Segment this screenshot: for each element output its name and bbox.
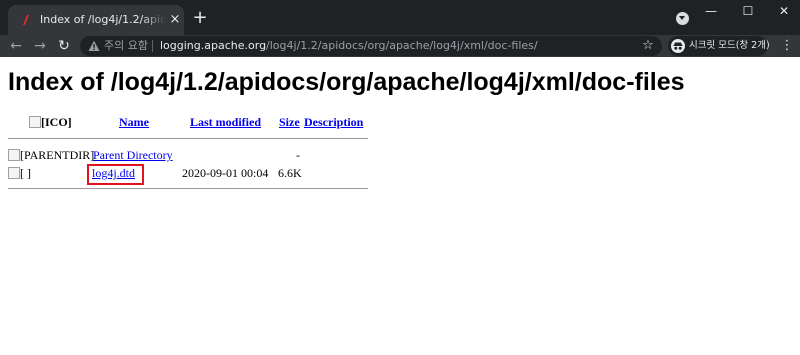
star-icon[interactable]: ☆ (640, 38, 656, 54)
browser-tab[interactable]: Index of /log4j/1.2/apidocs/org/apache/l… (8, 5, 184, 35)
url-path: /log4j/1.2/apidocs/org/apache/log4j/xml/… (266, 39, 538, 52)
forward-button[interactable]: → (31, 37, 49, 55)
url-host: logging.apache.org (160, 39, 267, 52)
browser-titlebar: Index of /log4j/1.2/apidocs/org/apache/l… (0, 0, 800, 35)
icon-column-alt: [ICO] (41, 115, 72, 129)
page-title: Index of /log4j/1.2/apidocs/org/apache/l… (8, 68, 685, 96)
size-column-header[interactable]: Size (279, 115, 300, 130)
warning-icon (88, 40, 100, 51)
header-divider (8, 138, 368, 139)
footer-divider (8, 188, 368, 189)
description-column-header[interactable]: Description (304, 115, 363, 130)
favicon-icon (23, 15, 29, 25)
url-text[interactable]: logging.apache.org/log4j/1.2/apidocs/org… (160, 38, 538, 54)
icon-column-header: [ICO] (29, 115, 72, 130)
page-content: Index of /log4j/1.2/apidocs/org/apache/l… (0, 57, 800, 355)
security-status[interactable]: 주의 요함 (104, 38, 148, 54)
name-column-header[interactable]: Name (119, 115, 149, 130)
file-icon-alt: [ ] (20, 166, 31, 180)
last-modified-column-header[interactable]: Last modified (190, 115, 261, 130)
close-window-button[interactable]: ✕ (777, 4, 791, 18)
parent-directory-link[interactable]: Parent Directory (93, 148, 173, 163)
incognito-label: 시크릿 모드(창 2개) (689, 40, 770, 51)
broken-image-icon (29, 116, 41, 128)
broken-image-icon (8, 167, 20, 179)
tab-search-icon[interactable] (676, 12, 689, 25)
tab-title: Index of /log4j/1.2/apidocs/org/apache/l… (40, 13, 166, 26)
file-size: 6.6K (278, 166, 302, 180)
reload-button[interactable]: ↻ (55, 37, 73, 55)
highlight-box (87, 164, 144, 185)
parent-dir-size: - (296, 148, 300, 162)
parent-dir-icon: [PARENTDIR] (8, 148, 94, 163)
parent-dir-alt: [PARENTDIR] (20, 148, 95, 162)
broken-image-icon (8, 149, 20, 161)
maximize-button[interactable]: ☐ (741, 4, 755, 18)
tab-close-icon[interactable]: × (168, 13, 182, 27)
omnibox-divider (152, 40, 153, 52)
file-icon: [ ] (8, 166, 31, 181)
incognito-indicator[interactable]: 시크릿 모드(창 2개) (668, 36, 770, 56)
address-bar[interactable]: 주의 요함 logging.apache.org/log4j/1.2/apido… (80, 36, 662, 56)
file-last-modified: 2020-09-01 00:04 (182, 166, 269, 180)
new-tab-button[interactable]: + (192, 9, 208, 27)
incognito-icon (671, 39, 685, 53)
back-button[interactable]: ← (7, 37, 25, 55)
browser-toolbar: ← → ↻ 주의 요함 logging.apache.org/log4j/1.2… (0, 35, 800, 57)
menu-icon[interactable]: ⋮ (780, 37, 794, 55)
minimize-button[interactable]: — (704, 4, 718, 18)
